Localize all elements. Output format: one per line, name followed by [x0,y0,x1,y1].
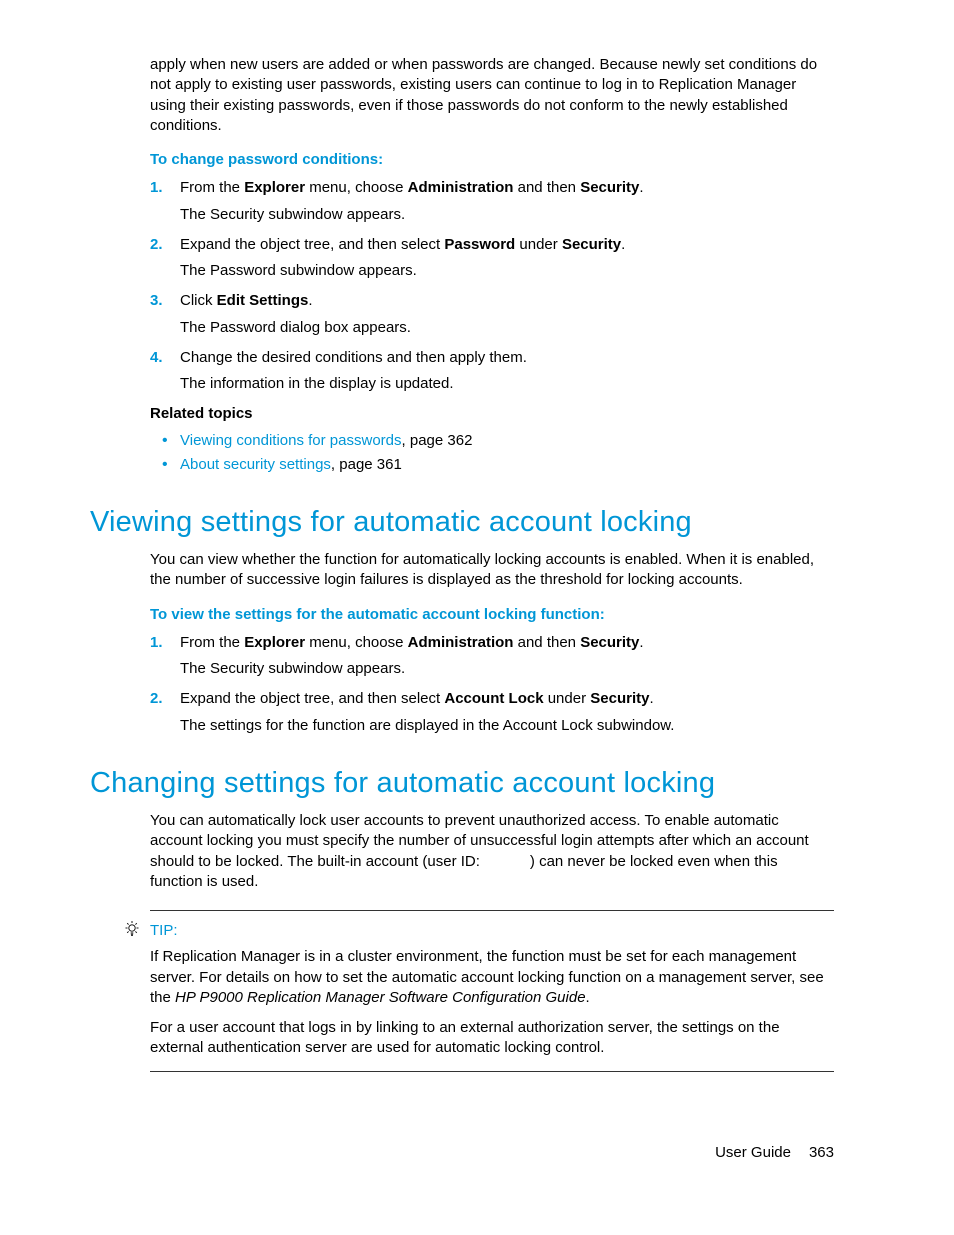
tip-block: TIP: If Replication Manager is in a clus… [150,910,834,1072]
step-result: The Password subwindow appears. [180,261,834,281]
step-2: 2. Expand the object tree, and then sele… [150,235,834,282]
tip-lightbulb-icon [122,920,142,944]
intro-block: apply when new users are added or when p… [150,55,834,475]
step-text: From the Explorer menu, choose Administr… [180,179,644,196]
step-number: 2. [150,235,163,255]
tip-header: TIP: [150,921,834,941]
tip-rule-bottom [150,1071,834,1072]
page-footer: User Guide 363 [715,1143,834,1163]
tip-rule-top [150,910,834,911]
step-1: 1. From the Explorer menu, choose Admini… [150,178,834,225]
step-result: The information in the display is update… [180,374,834,394]
step-number: 1. [150,178,163,198]
changing-section-heading: Changing settings for automatic account … [90,764,834,803]
step-number: 4. [150,348,163,368]
page-number: 363 [809,1144,834,1161]
step-number: 2. [150,689,163,709]
step-result: The settings for the function are displa… [180,716,834,736]
related-topic-link[interactable]: About security settings [180,456,331,473]
step-result: The Security subwindow appears. [180,205,834,225]
footer-label: User Guide [715,1144,791,1161]
related-topic-link[interactable]: Viewing conditions for passwords [180,432,402,449]
step-4: 4. Change the desired conditions and the… [150,348,834,395]
change-password-steps: 1. From the Explorer menu, choose Admini… [150,178,834,394]
step-result: The Password dialog box appears. [180,318,834,338]
related-topic-suffix: , page 361 [331,456,402,473]
step-text: From the Explorer menu, choose Administr… [180,634,644,651]
step-result: The Security subwindow appears. [180,659,834,679]
related-topics-heading: Related topics [150,404,834,424]
step-text: Change the desired conditions and then a… [180,349,527,366]
step-text: Expand the object tree, and then select … [180,236,625,253]
step-text: Expand the object tree, and then select … [180,690,654,707]
step-number: 1. [150,633,163,653]
changing-section-body: You can automatically lock user accounts… [150,811,834,892]
change-password-heading: To change password conditions: [150,150,834,170]
viewing-subhead: To view the settings for the automatic a… [150,605,834,625]
changing-intro: You can automatically lock user accounts… [150,811,834,892]
viewing-section-body: You can view whether the function for au… [150,550,834,736]
tip-paragraph-2: For a user account that logs in by linki… [150,1018,834,1059]
step-text: Click Edit Settings. [180,292,313,309]
tip-paragraph-1: If Replication Manager is in a cluster e… [150,947,834,1008]
viewing-section-heading: Viewing settings for automatic account l… [90,503,834,542]
viewing-steps: 1. From the Explorer menu, choose Admini… [150,633,834,736]
step-1: 1. From the Explorer menu, choose Admini… [150,633,834,680]
related-topic-item: Viewing conditions for passwords, page 3… [150,431,834,451]
tip-doc-ref: HP P9000 Replication Manager Software Co… [175,989,586,1006]
tip-label: TIP: [150,922,178,939]
viewing-intro: You can view whether the function for au… [150,550,834,591]
step-number: 3. [150,291,163,311]
related-topic-suffix: , page 362 [402,432,473,449]
page: apply when new users are added or when p… [0,0,954,1072]
step-3: 3. Click Edit Settings. The Password dia… [150,291,834,338]
step-2: 2. Expand the object tree, and then sele… [150,689,834,736]
related-topic-item: About security settings, page 361 [150,455,834,475]
tip-body: If Replication Manager is in a cluster e… [150,947,834,1058]
related-topics-list: Viewing conditions for passwords, page 3… [150,431,834,476]
intro-paragraph: apply when new users are added or when p… [150,55,834,136]
